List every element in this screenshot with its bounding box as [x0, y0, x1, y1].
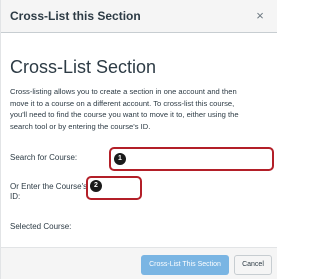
selected-course-label: Selected Course:	[10, 222, 72, 231]
search-course-label: Search for Course:	[10, 153, 78, 162]
course-id-label-line1: Or Enter the Course's	[10, 182, 88, 191]
description-line: search tool or by entering the course's …	[10, 121, 151, 131]
close-icon[interactable]: ×	[253, 9, 267, 23]
callout-badge-2: 2	[90, 180, 102, 192]
dialog-titlebar: Cross-List this Section ×	[1, 0, 277, 33]
search-course-field[interactable]	[109, 147, 274, 171]
cross-list-dialog: Cross-List this Section × Cross-List Sec…	[0, 0, 277, 279]
description-line: Cross-listing allows you to create a sec…	[10, 87, 237, 96]
description-line: you'll need to find the course you want …	[10, 110, 239, 120]
course-id-label-line2: ID:	[10, 192, 21, 201]
description-line: move it to a course on a different accou…	[10, 98, 235, 108]
section-heading: Cross-List Section	[10, 57, 157, 77]
dialog-title: Cross-List this Section	[10, 9, 141, 23]
cancel-button[interactable]: Cancel	[234, 255, 272, 275]
description-text: Cross-listing allows you to create a sec…	[10, 86, 270, 132]
cross-list-button[interactable]: Cross-List This Section	[141, 255, 229, 275]
callout-badge-1: 1	[114, 153, 126, 165]
search-course-input[interactable]	[111, 149, 272, 170]
course-id-label: Or Enter the Course's ID:	[10, 182, 87, 202]
